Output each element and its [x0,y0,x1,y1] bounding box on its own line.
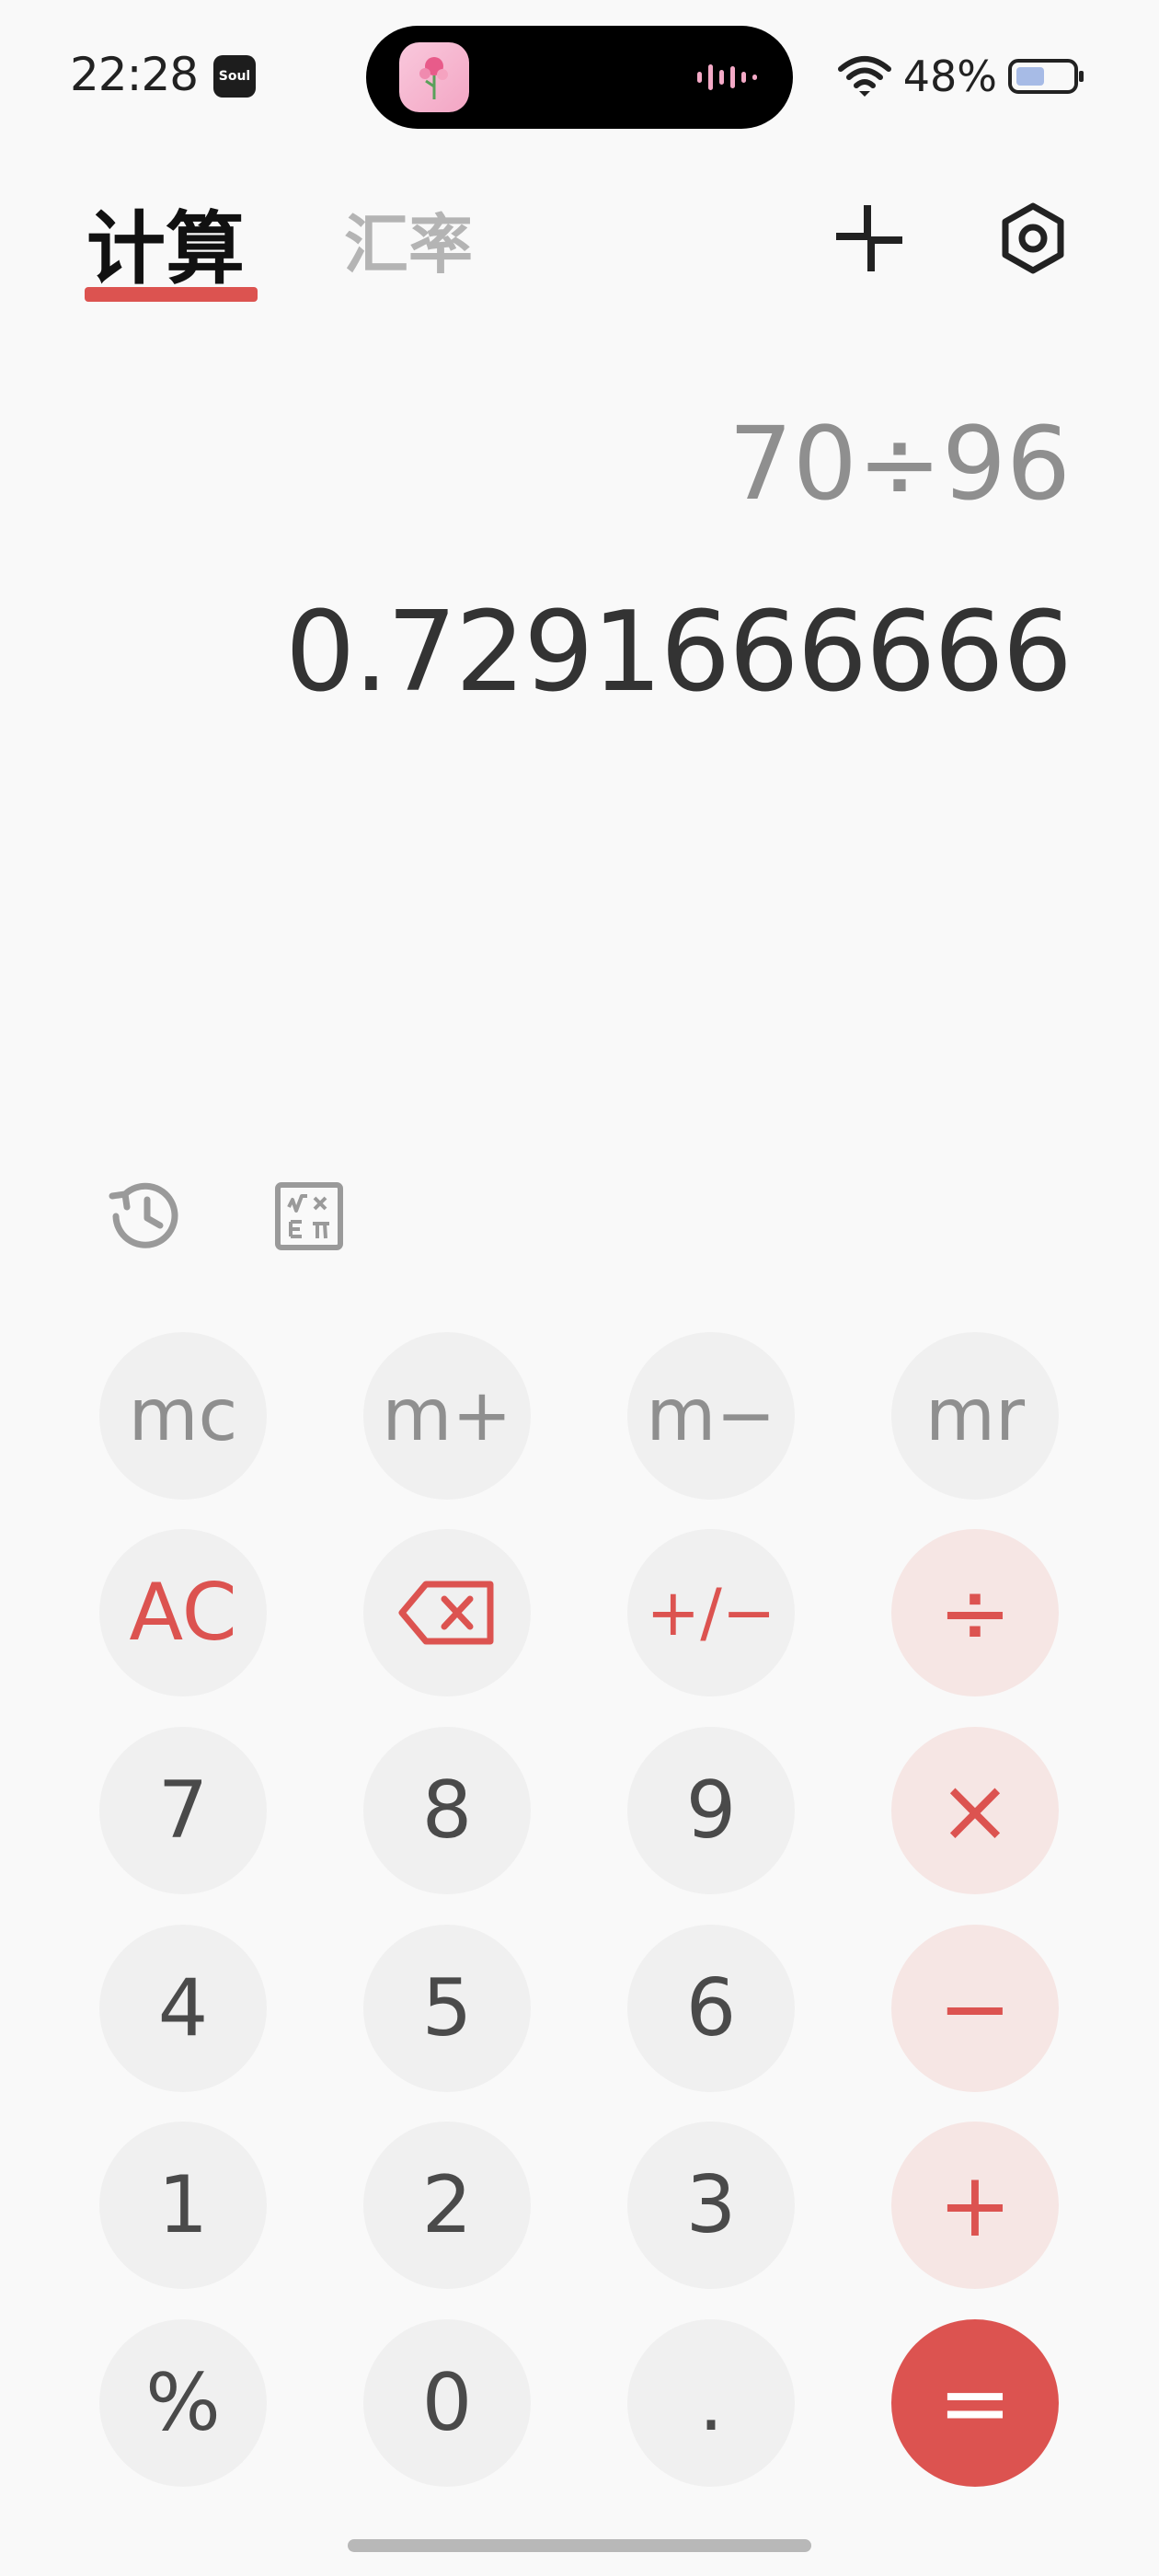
digit-3-button[interactable]: 3 [627,2122,795,2289]
divide-button[interactable]: ÷ [891,1529,1059,1696]
multiply-button[interactable]: × [891,1727,1059,1894]
result-display: 0.7291666666 [285,589,1073,717]
scientific-functions-icon [275,1182,343,1250]
active-tab-indicator [85,287,258,302]
digit-9-button[interactable]: 9 [627,1727,795,1894]
digit-5-button[interactable]: 5 [363,1925,531,2092]
status-indicators: 48% [837,52,1085,101]
add-button[interactable]: + [891,2122,1059,2289]
collapse-icon [836,205,902,271]
settings-button[interactable] [992,197,1074,280]
soul-app-icon: Soul [213,55,256,98]
collapse-button[interactable] [828,197,911,280]
decimal-point-button[interactable]: . [627,2319,795,2487]
music-app-icon[interactable] [399,42,469,112]
percent-button[interactable]: % [99,2319,267,2487]
history-button[interactable] [101,1172,189,1260]
digit-8-button[interactable]: 8 [363,1727,531,1894]
wifi-icon [837,56,891,97]
tab-exchange-rate[interactable]: 汇率 [344,193,473,286]
mr-button[interactable]: mr [891,1332,1059,1500]
digit-2-button[interactable]: 2 [363,2122,531,2289]
digit-4-button[interactable]: 4 [99,1925,267,2092]
history-icon [109,1182,178,1248]
m-plus-button[interactable]: m+ [363,1332,531,1500]
battery-percentage: 48% [902,52,997,101]
subtract-button[interactable]: − [891,1925,1059,2092]
backspace-icon [398,1581,494,1645]
audio-wave-icon [697,64,757,90]
digit-0-button[interactable]: 0 [363,2319,531,2487]
digit-7-button[interactable]: 7 [99,1727,267,1894]
digit-1-button[interactable]: 1 [99,2122,267,2289]
status-time: 22:28 [70,48,199,101]
home-indicator[interactable] [348,2539,811,2552]
m-minus-button[interactable]: m− [627,1332,795,1500]
mc-button[interactable]: mc [99,1332,267,1500]
all-clear-button[interactable]: AC [99,1529,267,1696]
tab-calculator[interactable]: 计算 [86,184,245,299]
dynamic-island[interactable] [366,26,793,129]
settings-icon [1002,202,1064,274]
scientific-mode-button[interactable] [265,1172,353,1260]
expression-display: 70÷96 [728,405,1071,523]
equals-button[interactable]: = [891,2319,1059,2487]
plus-minus-button[interactable]: +/− [627,1529,795,1696]
digit-6-button[interactable]: 6 [627,1925,795,2092]
battery-icon [1008,59,1084,94]
backspace-button[interactable] [363,1529,531,1696]
